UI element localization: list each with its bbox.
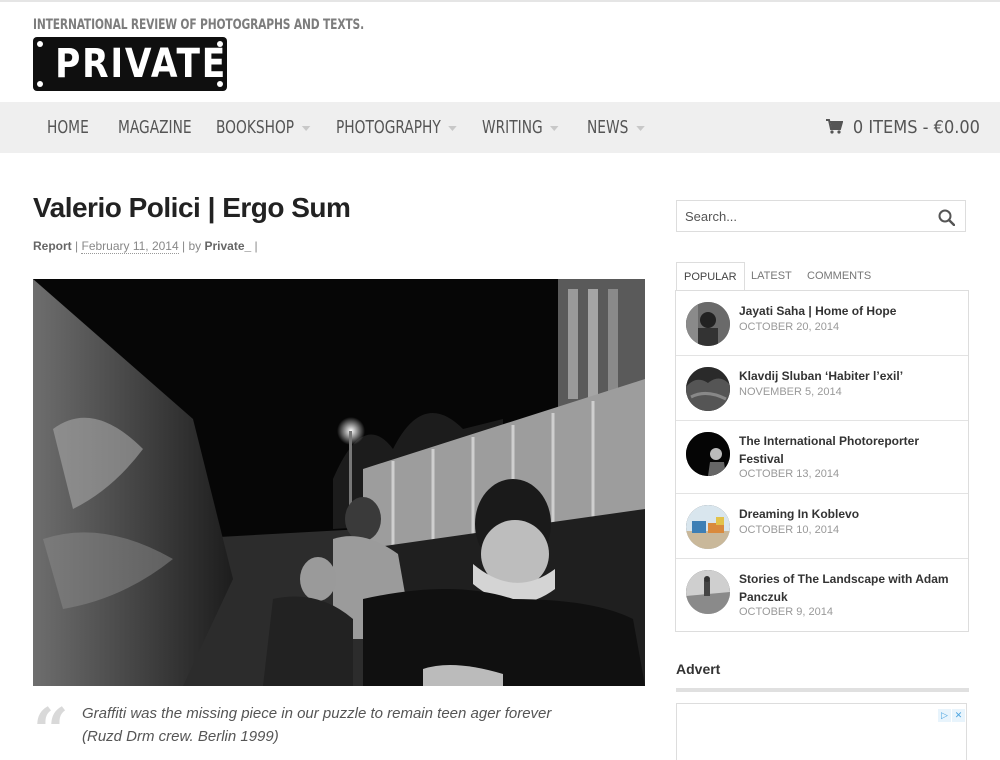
popular-posts-list: Jayati Saha | Home of Hope OCTOBER 20, 2… (675, 290, 969, 632)
nav-label: WRITING (482, 117, 543, 138)
list-item[interactable]: The International Photoreporter Festival… (676, 421, 968, 494)
post-link-date: OCTOBER 20, 2014 (739, 321, 840, 333)
nav-label: HOME (47, 117, 89, 138)
thumbnail-image (686, 367, 730, 411)
nav-label: MAGAZINE (118, 117, 192, 138)
advert-heading: Advert (676, 661, 721, 677)
nav-item-magazine[interactable]: MAGAZINE (118, 102, 192, 153)
post-thumbnail[interactable] (686, 302, 730, 346)
nav-label: PHOTOGRAPHY (336, 117, 441, 138)
search-input[interactable] (677, 201, 927, 231)
tab-latest[interactable]: LATEST (744, 262, 799, 291)
tab-popular[interactable]: POPULAR (676, 262, 745, 292)
quote-icon: “ (33, 694, 69, 760)
site-logo[interactable]: PRIVATE (33, 37, 227, 91)
list-item[interactable]: Dreaming In Koblevo OCTOBER 10, 2014 (676, 494, 968, 559)
nav-item-news[interactable]: NEWS (587, 102, 645, 153)
advert-divider (676, 688, 969, 692)
post-link-date: NOVEMBER 5, 2014 (739, 386, 842, 398)
list-item[interactable]: Jayati Saha | Home of Hope OCTOBER 20, 2… (676, 291, 968, 356)
list-item[interactable]: Klavdij Sluban ‘Habiter l’exil’ NOVEMBER… (676, 356, 968, 421)
quote-line: Graffiti was the missing piece in our pu… (82, 705, 552, 722)
post-link-date: OCTOBER 10, 2014 (739, 524, 840, 536)
cart-icon (825, 118, 844, 134)
list-item[interactable]: Stories of The Landscape with Adam Pancz… (676, 559, 968, 631)
nav-label: BOOKSHOP (216, 117, 295, 138)
chevron-down-icon (301, 125, 311, 131)
post-thumbnail[interactable] (686, 432, 730, 476)
thumbnail-image (686, 570, 730, 614)
post-meta: Report | February 11, 2014 | by Private_… (33, 239, 258, 254)
logo-rivet (37, 81, 43, 87)
post-link-title[interactable]: Jayati Saha | Home of Hope (739, 302, 961, 320)
post-link-title[interactable]: Dreaming In Koblevo (739, 505, 961, 523)
logo-text: PRIVATE (55, 41, 227, 87)
cart-summary: 0 ITEMS - €0.00 (852, 117, 980, 138)
thumbnail-image (686, 505, 730, 549)
nav-item-home[interactable]: HOME (47, 102, 89, 153)
post-author-link[interactable]: Private_ (205, 239, 252, 253)
by-label: by (188, 239, 202, 253)
post-thumbnail[interactable] (686, 505, 730, 549)
post-date: February 11, 2014 (81, 239, 179, 254)
post-link-title[interactable]: Stories of The Landscape with Adam Pancz… (739, 570, 961, 606)
post-link-date: OCTOBER 13, 2014 (739, 468, 840, 480)
ad-close-icon[interactable]: ✕ (952, 709, 965, 722)
post-title: Valerio Polici | Ergo Sum (33, 192, 351, 223)
post-thumbnail[interactable] (686, 570, 730, 614)
featured-photo-graphic (33, 279, 645, 686)
post-thumbnail[interactable] (686, 367, 730, 411)
ad-info-icon[interactable]: ▷ (938, 709, 951, 722)
thumbnail-image (686, 432, 730, 476)
quote-attribution: (Ruzd Drm crew. Berlin 1999) (82, 728, 279, 745)
chevron-down-icon (448, 125, 457, 131)
chevron-down-icon (635, 125, 645, 131)
site-tagline: INTERNATIONAL REVIEW OF PHOTOGRAPHS AND … (33, 17, 364, 33)
nav-item-photography[interactable]: PHOTOGRAPHY (336, 102, 457, 153)
thumbnail-image (686, 302, 730, 346)
post-link-date: OCTOBER 9, 2014 (739, 606, 833, 618)
tab-comments[interactable]: COMMENTS (800, 262, 878, 291)
post-link-title[interactable]: Klavdij Sluban ‘Habiter l’exil’ (739, 367, 961, 385)
chevron-down-icon (550, 125, 559, 131)
quote-text: Graffiti was the missing piece in our pu… (82, 702, 622, 748)
nav-label: NEWS (587, 117, 629, 138)
search-box (676, 200, 966, 232)
sidebar-tabs: POPULAR LATEST COMMENTS (676, 262, 969, 292)
search-icon[interactable] (938, 209, 955, 226)
ad-choices: ▷ ✕ (937, 705, 965, 723)
ad-slot[interactable]: ▷ ✕ (676, 703, 967, 760)
post-category-link[interactable]: Report (33, 239, 72, 253)
meta-separator: | (182, 239, 186, 253)
logo-rivet (37, 41, 43, 47)
meta-separator: | (75, 239, 79, 253)
nav-item-bookshop[interactable]: BOOKSHOP (216, 102, 311, 153)
main-nav: HOME MAGAZINE BOOKSHOP PHOTOGRAPHY WRITI… (0, 102, 1000, 153)
meta-separator: | (254, 239, 258, 253)
cart-link[interactable]: 0 ITEMS - €0.00 (825, 102, 980, 153)
post-link-title[interactable]: The International Photoreporter Festival (739, 432, 961, 468)
nav-item-writing[interactable]: WRITING (482, 102, 559, 153)
top-border (0, 0, 1000, 2)
featured-photo (33, 279, 645, 686)
